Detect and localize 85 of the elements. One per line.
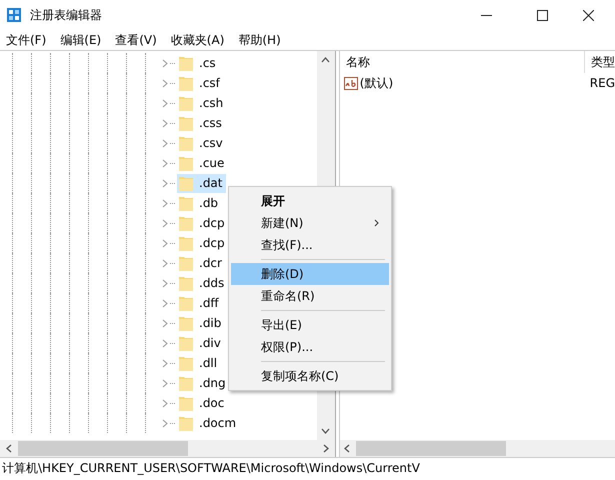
tree-item[interactable]: .dib <box>177 314 226 332</box>
folder-icon <box>179 375 193 391</box>
string-value-icon <box>344 76 358 90</box>
chevron-icon[interactable] <box>162 178 168 188</box>
chevron-icon[interactable] <box>162 358 168 368</box>
registry-icon <box>6 7 22 23</box>
chevron-icon[interactable] <box>162 298 168 308</box>
chevron-icon[interactable] <box>162 258 168 268</box>
folder-icon <box>179 295 193 311</box>
folder-icon <box>179 395 193 411</box>
tree-item[interactable]: .dds <box>177 274 226 292</box>
menu-item[interactable]: 权限(P)... <box>231 336 389 358</box>
tree-item[interactable]: .dcr <box>177 254 226 272</box>
folder-icon <box>179 55 193 71</box>
folder-icon <box>179 255 193 271</box>
tree-item[interactable]: .db <box>177 194 226 212</box>
menu-item[interactable]: 删除(D) <box>231 263 389 285</box>
chevron-icon[interactable] <box>162 78 168 88</box>
tree-item[interactable]: .dng <box>177 374 228 392</box>
folder-icon <box>179 415 193 431</box>
tree-item[interactable]: .css <box>177 114 226 132</box>
folder-icon <box>179 315 193 331</box>
value-type: REG <box>588 76 615 90</box>
chevron-icon[interactable] <box>162 98 168 108</box>
chevron-icon[interactable] <box>162 138 168 148</box>
window-title: 注册表编辑器 <box>30 6 102 24</box>
folder-icon <box>179 195 193 211</box>
chevron-icon[interactable] <box>162 318 168 328</box>
folder-icon <box>179 275 193 291</box>
chevron-icon[interactable] <box>162 398 168 408</box>
tree-item[interactable]: .docm <box>177 414 238 432</box>
folder-icon <box>179 75 193 91</box>
tree-item[interactable]: .cue <box>177 154 226 172</box>
maximize-icon <box>536 10 548 20</box>
menu-item[interactable]: 重命名(R) <box>231 285 389 307</box>
chevron-icon[interactable] <box>162 278 168 288</box>
status-bar: 计算机\HKEY_CURRENT_USER\SOFTWARE\Microsoft\Windows\CurrentV <box>0 457 615 480</box>
tree-item[interactable]: .dcp <box>177 234 227 252</box>
tree-item[interactable]: .div <box>177 334 226 352</box>
column-header[interactable]: 名称 <box>340 51 585 73</box>
folder-icon <box>179 355 193 371</box>
menu-item[interactable]: 导出(E) <box>231 314 389 336</box>
folder-icon <box>179 235 193 251</box>
tree-item[interactable]: .csf <box>177 74 226 92</box>
menu-item[interactable]: 查找(F)... <box>231 234 389 256</box>
tree-item[interactable]: .cs <box>177 54 226 72</box>
chevron-icon[interactable] <box>162 118 168 128</box>
tree-item[interactable]: .dat <box>177 174 226 192</box>
folder-icon <box>179 95 193 111</box>
menu-item[interactable]: 收藏夹(A) <box>170 32 224 48</box>
menu-item[interactable]: 编辑(E) <box>60 32 102 48</box>
chevron-icon[interactable] <box>162 158 168 168</box>
folder-icon <box>179 335 193 351</box>
folder-icon <box>179 155 193 171</box>
menu-item[interactable]: 帮助(H) <box>238 32 281 48</box>
tree-item[interactable]: .dff <box>177 294 226 312</box>
tree-item[interactable]: .csv <box>177 134 226 152</box>
chevron-icon[interactable] <box>162 58 168 68</box>
tree-item[interactable]: .doc <box>177 394 226 412</box>
scrollbar-thumb[interactable] <box>18 441 188 456</box>
chevron-icon[interactable] <box>162 198 168 208</box>
tree-item[interactable]: .dll <box>177 354 226 372</box>
tree-item[interactable]: .dcp <box>177 214 227 232</box>
folder-icon <box>179 175 193 191</box>
folder-icon <box>179 215 193 231</box>
menu-item[interactable]: 查看(V) <box>115 32 157 48</box>
menu-item[interactable]: 展开 <box>231 190 389 212</box>
value-name: (默认) <box>360 74 394 92</box>
chevron-icon[interactable] <box>162 238 168 248</box>
chevron-icon[interactable] <box>162 218 168 228</box>
scrollbar-thumb[interactable] <box>356 441 506 456</box>
chevron-icon[interactable] <box>162 338 168 348</box>
horizontal-scrollbar[interactable] <box>340 440 615 457</box>
tree-item[interactable]: .csh <box>177 94 226 112</box>
menu-item[interactable]: 文件(F) <box>6 32 46 48</box>
folder-icon <box>179 135 193 151</box>
close-icon <box>582 10 594 20</box>
menu-item[interactable]: 复制项名称(C) <box>231 365 389 387</box>
column-header[interactable]: 类型 <box>584 51 615 73</box>
horizontal-scrollbar[interactable] <box>0 440 335 457</box>
menu-item[interactable]: 新建(N) <box>231 212 389 234</box>
chevron-icon[interactable] <box>162 378 168 388</box>
folder-icon <box>179 115 193 131</box>
minimize-icon <box>480 14 492 16</box>
chevron-icon[interactable] <box>162 418 168 428</box>
